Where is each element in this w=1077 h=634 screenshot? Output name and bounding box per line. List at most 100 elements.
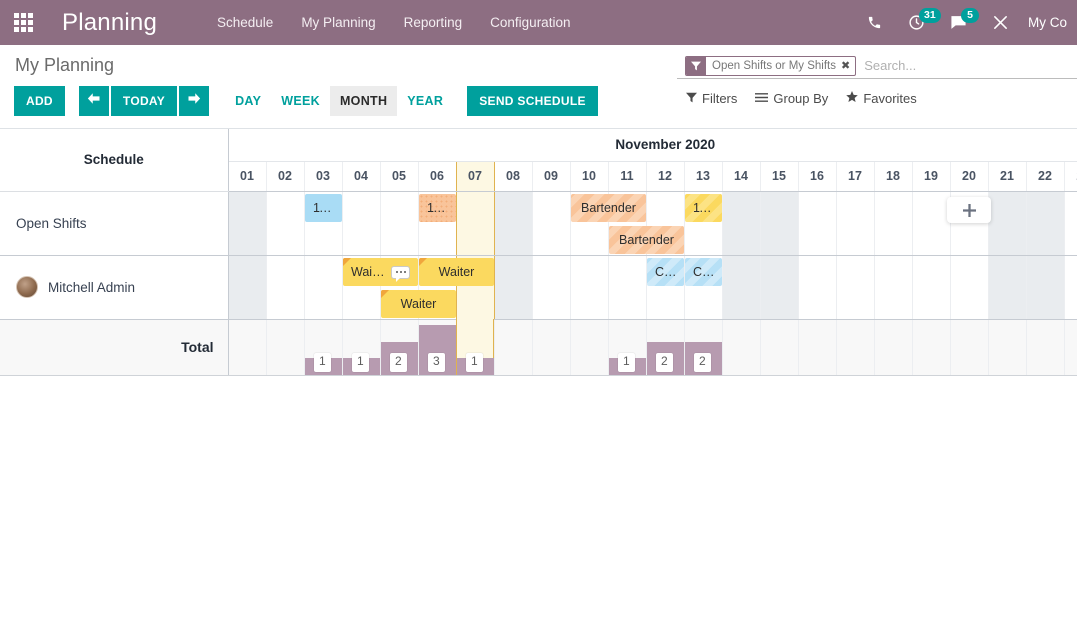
- add-shift-plus-button[interactable]: [947, 197, 991, 223]
- gantt-cell-14[interactable]: [721, 191, 760, 256]
- gantt-cell-22[interactable]: [1025, 319, 1064, 376]
- gantt-cell-21[interactable]: [987, 191, 1026, 256]
- send-schedule-button[interactable]: SEND SCHEDULE: [467, 86, 598, 116]
- scale-button-week[interactable]: WEEK: [271, 86, 330, 116]
- next-period-button[interactable]: [179, 86, 210, 116]
- search-input[interactable]: [856, 58, 1077, 73]
- gantt-day-header-14: 14: [721, 161, 760, 192]
- gantt-cell-18[interactable]: [873, 255, 912, 320]
- gantt-cell-16[interactable]: [797, 319, 836, 376]
- gantt-cell-17[interactable]: [835, 319, 874, 376]
- gantt-cell-04[interactable]: [341, 319, 380, 376]
- gantt-cell-21[interactable]: [987, 319, 1026, 376]
- shift-pill[interactable]: Bartender: [571, 194, 646, 222]
- gantt-cell-13[interactable]: [683, 319, 722, 376]
- gantt-cell-15[interactable]: [759, 255, 798, 320]
- gantt-cell-18[interactable]: [873, 319, 912, 376]
- gantt-cell-07[interactable]: [455, 319, 494, 376]
- gantt-day-header-09: 09: [531, 161, 570, 192]
- gantt-cell-23[interactable]: [1063, 191, 1077, 256]
- gantt-cell-03[interactable]: [303, 255, 342, 320]
- gantt-cell-23[interactable]: [1063, 319, 1077, 376]
- menu-item-my-planning[interactable]: My Planning: [287, 0, 389, 45]
- gantt-cell-17[interactable]: [835, 191, 874, 256]
- group-by-dropdown[interactable]: Group By: [755, 91, 828, 106]
- today-button[interactable]: TODAY: [110, 86, 178, 116]
- gantt-cell-06[interactable]: [417, 319, 456, 376]
- gantt-cell-01[interactable]: [227, 191, 266, 256]
- gantt-cell-05[interactable]: [379, 191, 418, 256]
- menu-item-reporting[interactable]: Reporting: [390, 0, 477, 45]
- apps-menu-button[interactable]: [0, 0, 46, 45]
- gantt-cell-15[interactable]: [759, 319, 798, 376]
- messages-icon[interactable]: 5: [938, 0, 980, 45]
- gantt-cell-16[interactable]: [797, 255, 836, 320]
- gantt-cell-22[interactable]: [1025, 191, 1064, 256]
- gantt-cell-10[interactable]: [569, 319, 608, 376]
- previous-period-button[interactable]: [78, 86, 109, 116]
- close-x-icon[interactable]: ✖: [840, 57, 855, 75]
- gantt-cell-03[interactable]: [303, 319, 342, 376]
- gantt-cell-11[interactable]: [607, 255, 646, 320]
- phone-icon[interactable]: [854, 0, 896, 45]
- scale-button-year[interactable]: YEAR: [397, 86, 453, 116]
- shift-pill[interactable]: Waiter: [419, 258, 494, 286]
- gantt-cell-08[interactable]: [493, 255, 532, 320]
- gantt-cell-18[interactable]: [873, 191, 912, 256]
- shift-pill[interactable]: Chef...: [647, 258, 684, 286]
- gantt-cell-14[interactable]: [721, 255, 760, 320]
- gantt-total-label: Total: [181, 339, 214, 355]
- pill-corner-marker-icon: [343, 258, 351, 266]
- menu-item-configuration[interactable]: Configuration: [476, 0, 584, 45]
- gantt-cell-17[interactable]: [835, 255, 874, 320]
- gantt-cell-19[interactable]: [911, 255, 950, 320]
- shift-pill[interactable]: Chef: [685, 258, 722, 286]
- add-button[interactable]: ADD: [14, 86, 65, 116]
- gantt-cell-21[interactable]: [987, 255, 1026, 320]
- gantt-cell-10[interactable]: [569, 255, 608, 320]
- gantt-cell-14[interactable]: [721, 319, 760, 376]
- shift-pill[interactable]: 11:3...: [419, 194, 456, 222]
- scale-button-month[interactable]: MONTH: [329, 86, 398, 116]
- gantt-cell-07[interactable]: [455, 191, 495, 256]
- gantt-cell-04[interactable]: [341, 191, 380, 256]
- gantt-cell-20[interactable]: [949, 319, 988, 376]
- gantt-cell-02[interactable]: [265, 319, 304, 376]
- gantt-cell-02[interactable]: [265, 255, 304, 320]
- gantt-cell-05[interactable]: [379, 319, 418, 376]
- gantt-cell-11[interactable]: [607, 319, 646, 376]
- gantt-row-label-cell: Open Shifts: [0, 191, 229, 256]
- gantt-cell-08[interactable]: [493, 191, 532, 256]
- search-facet[interactable]: Open Shifts or My Shifts ✖: [685, 55, 857, 76]
- search-box[interactable]: Open Shifts or My Shifts ✖: [677, 53, 1077, 79]
- gantt-cell-09[interactable]: [531, 319, 570, 376]
- gantt-cell-16[interactable]: [797, 191, 836, 256]
- filters-dropdown[interactable]: Filters: [686, 91, 737, 106]
- shift-pill[interactable]: 11:3...: [305, 194, 342, 222]
- navbar-systray: 31 5 My Co: [854, 0, 1077, 45]
- gantt-cell-19[interactable]: [911, 191, 950, 256]
- shift-pill[interactable]: Bartender: [609, 226, 684, 254]
- app-brand-title[interactable]: Planning: [46, 9, 167, 37]
- gantt-cell-12[interactable]: [645, 319, 684, 376]
- shift-pill[interactable]: Waiter: [343, 258, 418, 286]
- gantt-cell-01[interactable]: [227, 319, 266, 376]
- menu-item-schedule[interactable]: Schedule: [203, 0, 287, 45]
- gantt-cell-22[interactable]: [1025, 255, 1064, 320]
- scale-button-day[interactable]: DAY: [225, 86, 271, 116]
- activity-clock-icon[interactable]: 31: [896, 0, 941, 45]
- favorites-dropdown[interactable]: Favorites: [846, 91, 917, 106]
- gantt-cell-23[interactable]: [1063, 255, 1077, 320]
- gantt-cell-19[interactable]: [911, 319, 950, 376]
- gantt-cell-08[interactable]: [493, 319, 532, 376]
- user-menu-button[interactable]: My Co: [1022, 15, 1075, 30]
- gantt-cell-09[interactable]: [531, 255, 570, 320]
- gantt-cell-20[interactable]: [949, 255, 988, 320]
- shift-pill[interactable]: Waiter: [381, 290, 456, 318]
- shift-pill[interactable]: 11:3...: [685, 194, 722, 222]
- gantt-cell-01[interactable]: [227, 255, 266, 320]
- gantt-cell-09[interactable]: [531, 191, 570, 256]
- gantt-cell-15[interactable]: [759, 191, 798, 256]
- developer-tools-icon[interactable]: [980, 0, 1022, 45]
- gantt-cell-02[interactable]: [265, 191, 304, 256]
